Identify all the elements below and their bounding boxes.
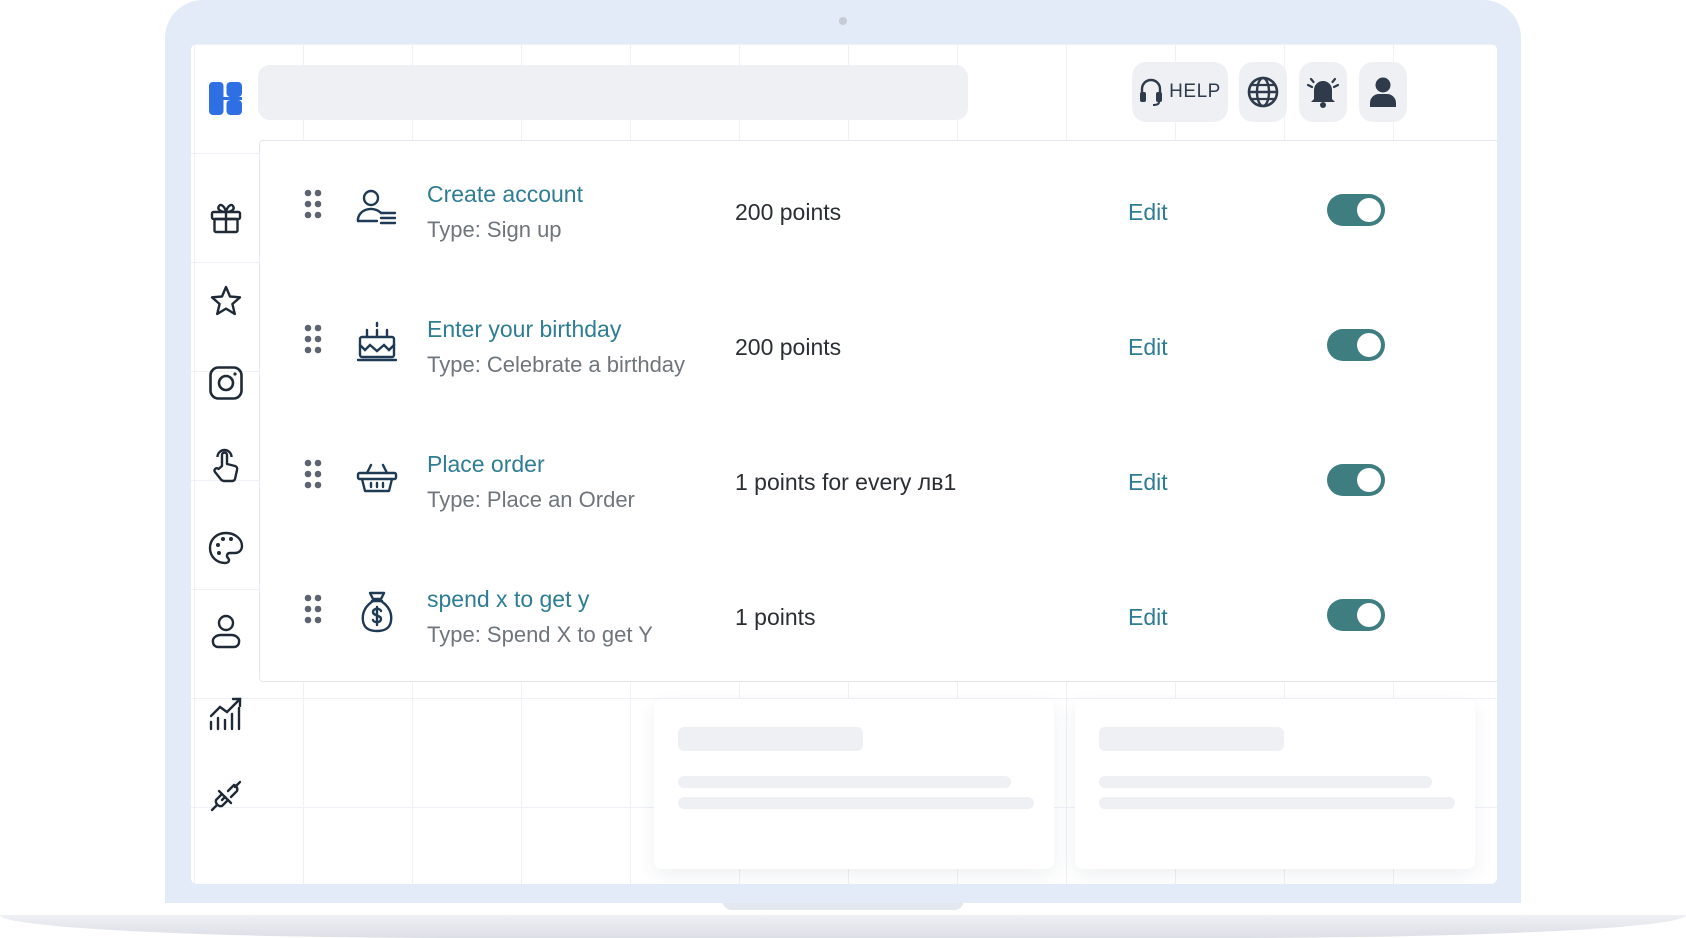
rule-title[interactable]: spend x to get y	[427, 586, 589, 613]
basket-icon	[356, 463, 398, 493]
skeleton-card	[654, 699, 1054, 869]
money-bag-icon	[361, 591, 393, 633]
chart-growth-icon	[209, 697, 242, 731]
rule-type: Type: Sign up	[427, 217, 562, 242]
account-button[interactable]	[1359, 62, 1407, 122]
rule-title[interactable]: Enter your birthday	[427, 316, 621, 343]
drag-handle-icon[interactable]	[304, 459, 322, 489]
skeleton-title	[1099, 727, 1284, 751]
headset-icon	[1140, 78, 1163, 106]
rule-row: Place order Type: Place an Order 1 point…	[260, 411, 1497, 545]
birthday-cake-icon	[356, 321, 398, 362]
skeleton-title	[678, 727, 863, 751]
drag-handle-icon[interactable]	[304, 189, 322, 219]
skeleton-line	[678, 776, 1011, 788]
rule-points: 200 points	[735, 199, 842, 225]
plug-icon	[210, 780, 242, 812]
user-signup-icon	[356, 189, 397, 225]
sidebar-item-instagram[interactable]	[208, 365, 244, 401]
edit-link[interactable]: Edit	[1128, 334, 1168, 361]
rule-row: Enter your birthday Type: Celebrate a bi…	[260, 276, 1497, 410]
rule-type: Type: Place an Order	[427, 487, 635, 512]
gift-icon	[210, 203, 242, 234]
palette-icon	[208, 531, 244, 565]
enabled-toggle[interactable]	[1327, 329, 1385, 361]
user-icon	[1370, 77, 1396, 107]
toggle-knob	[1357, 198, 1381, 222]
sidebar-item-branding[interactable]	[208, 530, 244, 566]
rule-points: 1 points for every лв1	[735, 469, 957, 495]
sidebar-item-integrations[interactable]	[208, 778, 244, 814]
bell-icon	[1306, 77, 1340, 108]
rules-card: Create account Type: Sign up 200 points …	[259, 140, 1497, 682]
rule-points: 1 points	[735, 604, 816, 630]
sidebar-item-rewards[interactable]	[208, 200, 244, 236]
language-button[interactable]	[1239, 62, 1287, 122]
rule-row: Create account Type: Sign up 200 points …	[260, 141, 1497, 275]
skeleton-line	[678, 797, 1034, 809]
edit-link[interactable]: Edit	[1128, 469, 1168, 496]
laptop-base	[0, 915, 1686, 938]
toggle-knob	[1357, 333, 1381, 357]
sidebar-item-interactions[interactable]	[208, 448, 244, 484]
sidebar-item-customers[interactable]	[208, 614, 244, 650]
camera-dot	[839, 17, 847, 25]
rule-points: 200 points	[735, 334, 842, 360]
rule-type: Type: Celebrate a birthday	[427, 352, 686, 377]
notifications-button[interactable]	[1299, 62, 1347, 122]
sidebar	[191, 138, 259, 884]
rule-title[interactable]: Create account	[427, 181, 583, 208]
help-label: HELP	[1169, 81, 1221, 102]
user-outline-icon	[211, 614, 241, 649]
app-logo-icon[interactable]	[209, 82, 242, 115]
edit-link[interactable]: Edit	[1128, 604, 1168, 631]
skeleton-card	[1075, 699, 1475, 869]
toggle-knob	[1357, 603, 1381, 627]
enabled-toggle[interactable]	[1327, 599, 1385, 631]
rule-type: Type: Spend X to get Y	[427, 622, 653, 647]
drag-handle-icon[interactable]	[304, 594, 322, 624]
sidebar-item-analytics[interactable]	[208, 696, 244, 732]
skeleton-line	[1099, 776, 1432, 788]
pointer-hand-icon	[213, 448, 239, 483]
search-input[interactable]	[258, 65, 968, 120]
edit-link[interactable]: Edit	[1128, 199, 1168, 226]
drag-handle-icon[interactable]	[304, 324, 322, 354]
toggle-knob	[1357, 468, 1381, 492]
skeleton-line	[1099, 797, 1455, 809]
app-screen: HELP Create account Type: Sign up 200 po…	[191, 44, 1497, 884]
help-button[interactable]: HELP	[1132, 62, 1228, 122]
star-icon	[210, 285, 242, 316]
sidebar-item-favorites[interactable]	[208, 283, 244, 319]
rule-row: spend x to get y Type: Spend X to get Y …	[260, 546, 1497, 680]
enabled-toggle[interactable]	[1327, 194, 1385, 226]
instagram-icon	[209, 366, 243, 400]
globe-icon	[1247, 76, 1279, 108]
rule-title[interactable]: Place order	[427, 451, 545, 478]
enabled-toggle[interactable]	[1327, 464, 1385, 496]
